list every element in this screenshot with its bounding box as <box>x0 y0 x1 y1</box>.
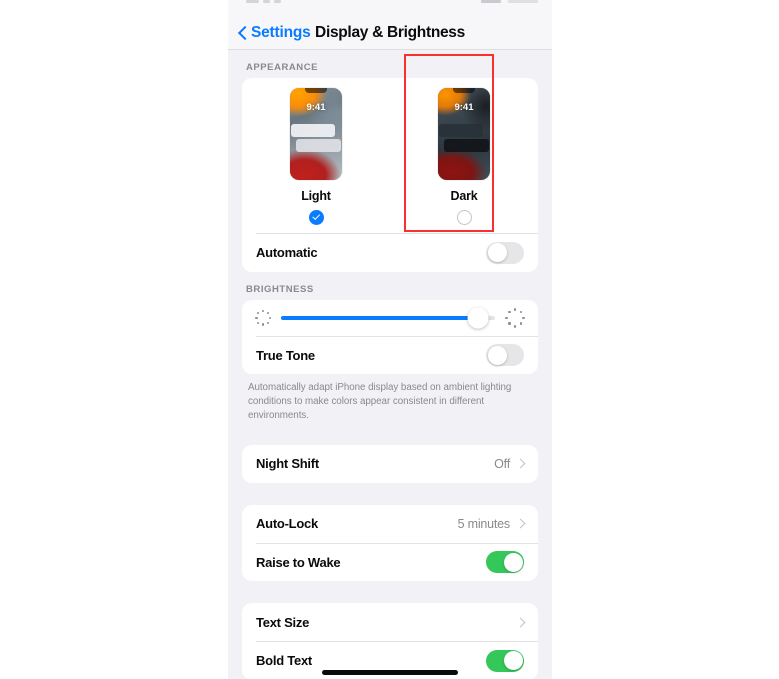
light-thumbnail-time: 9:41 <box>306 102 326 113</box>
text-size-value-group <box>515 617 526 628</box>
dark-wallpaper-thumbnail: 9:41 <box>438 88 490 180</box>
signal-icon <box>246 0 259 3</box>
appearance-section-header: APPEARANCE <box>246 62 319 73</box>
appearance-card: 9:41 Light 9:41 Dark Automatic <box>242 78 538 272</box>
dark-notification-bar-1 <box>439 124 483 137</box>
toggle-knob <box>503 651 523 671</box>
true-tone-row[interactable]: True Tone <box>242 336 538 374</box>
true-tone-label: True Tone <box>256 347 315 363</box>
sun-small-icon <box>255 309 271 326</box>
chevron-right-icon <box>515 617 526 628</box>
text-size-row[interactable]: Text Size <box>242 603 538 641</box>
iphone-screen: Settings Display & Brightness APPEARANCE… <box>228 0 552 679</box>
bold-text-label: Bold Text <box>256 653 313 669</box>
light-radio-selected[interactable] <box>308 210 324 225</box>
automatic-label: Automatic <box>256 245 318 260</box>
raise-to-wake-label: Raise to Wake <box>256 554 341 570</box>
settings-content: APPEARANCE 9:41 Light 9:41 Dark Automati… <box>228 50 552 679</box>
slider-fill <box>281 315 478 320</box>
toggle-knob <box>487 243 507 262</box>
night-shift-value: Off <box>494 456 510 471</box>
brightness-card: True Tone <box>242 299 538 374</box>
night-shift-card: Night Shift Off <box>242 444 538 483</box>
brightness-slider[interactable] <box>281 307 495 328</box>
notch-shape <box>305 88 327 93</box>
back-button[interactable]: Settings <box>237 24 311 42</box>
auto-lock-row[interactable]: Auto-Lock 5 minutes <box>242 505 538 543</box>
night-shift-label: Night Shift <box>256 456 319 472</box>
auto-lock-value: 5 minutes <box>457 516 511 531</box>
light-notification-bar-2 <box>296 139 341 152</box>
cellular-bars-icon <box>481 0 501 3</box>
light-option-label: Light <box>301 189 331 203</box>
appearance-options: 9:41 Light 9:41 Dark <box>242 78 538 233</box>
lock-settings-card: Auto-Lock 5 minutes Raise to Wake <box>242 504 538 582</box>
true-tone-caption: Automatically adapt iPhone display based… <box>248 382 512 421</box>
dark-radio-unselected[interactable] <box>456 210 472 225</box>
raise-to-wake-row[interactable]: Raise to Wake <box>242 543 538 581</box>
auto-lock-value-group: 5 minutes <box>457 516 526 531</box>
appearance-option-light[interactable]: 9:41 Light <box>242 88 390 225</box>
slider-thumb[interactable] <box>467 307 489 328</box>
chevron-right-icon <box>515 518 526 529</box>
bold-text-toggle[interactable] <box>486 649 524 672</box>
carrier-icon <box>263 0 270 3</box>
toggle-knob <box>503 552 523 572</box>
night-shift-row[interactable]: Night Shift Off <box>242 445 538 483</box>
automatic-toggle[interactable] <box>486 241 524 264</box>
brightness-slider-row <box>242 300 538 336</box>
sun-large-icon <box>505 307 525 328</box>
status-bar-left <box>246 0 281 3</box>
status-bar-right <box>481 0 538 3</box>
status-bar <box>228 0 552 17</box>
home-indicator <box>322 670 458 675</box>
dark-option-label: Dark <box>450 189 478 203</box>
automatic-row[interactable]: Automatic <box>242 234 538 272</box>
true-tone-toggle[interactable] <box>486 344 524 366</box>
wifi-icon <box>274 0 281 3</box>
navigation-bar: Settings Display & Brightness <box>228 17 552 50</box>
back-button-label: Settings <box>251 24 311 41</box>
text-size-label: Text Size <box>256 614 310 630</box>
dark-notification-bar-2 <box>444 139 489 152</box>
battery-icon <box>508 0 538 3</box>
notch-shape <box>453 88 475 93</box>
screenshot-page: Settings Display & Brightness APPEARANCE… <box>0 0 779 679</box>
dark-thumbnail-time: 9:41 <box>454 102 474 113</box>
text-settings-card: Text Size Bold Text <box>242 603 538 679</box>
auto-lock-label: Auto-Lock <box>256 516 319 532</box>
chevron-left-icon <box>237 25 248 42</box>
brightness-section-header: BRIGHTNESS <box>246 283 314 295</box>
appearance-option-dark[interactable]: 9:41 Dark <box>390 88 538 225</box>
toggle-knob <box>487 345 507 365</box>
light-notification-bar-1 <box>291 124 335 137</box>
light-wallpaper-thumbnail: 9:41 <box>290 88 342 180</box>
raise-to-wake-toggle[interactable] <box>486 551 524 574</box>
night-shift-value-group: Off <box>494 456 526 471</box>
chevron-right-icon <box>515 458 526 469</box>
